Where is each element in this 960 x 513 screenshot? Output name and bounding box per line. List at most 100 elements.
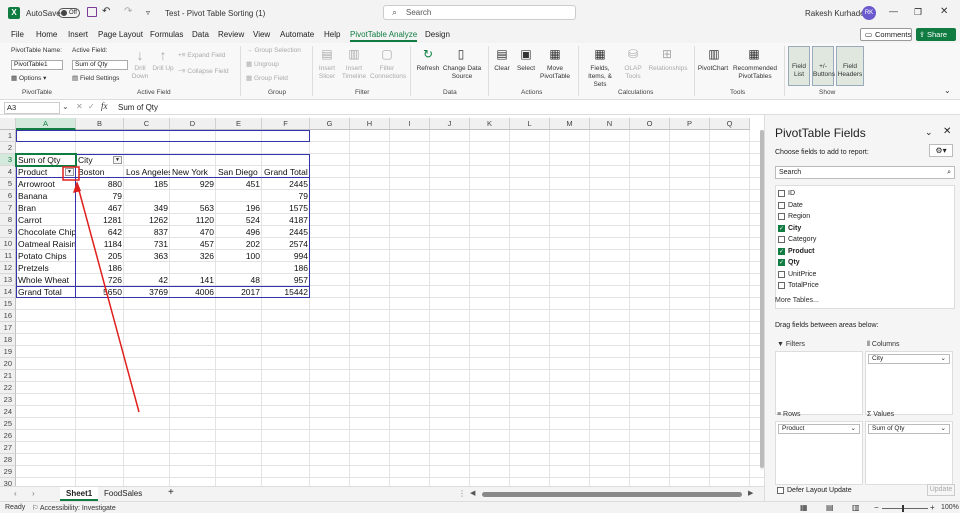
row-header[interactable]: 16 xyxy=(0,310,16,322)
field-settings-button[interactable]: ▤ Field Settings xyxy=(72,75,119,83)
row-header[interactable]: 26 xyxy=(0,430,16,442)
refresh-button[interactable]: Refresh xyxy=(414,65,442,73)
collapse-field-button[interactable]: −≡ Collapse Field xyxy=(178,68,229,76)
row-header[interactable]: 3 xyxy=(0,154,16,166)
row-header[interactable]: 4 xyxy=(0,166,16,178)
column-header[interactable]: B xyxy=(76,118,124,130)
row-header[interactable]: 22 xyxy=(0,382,16,394)
expand-field-button[interactable]: +≡ Expand Field xyxy=(178,52,225,60)
avatar[interactable]: RK xyxy=(862,6,876,20)
values-area[interactable]: Sum of Qty ⌄ xyxy=(865,421,953,485)
column-header[interactable]: K xyxy=(470,118,510,130)
row-header[interactable]: 17 xyxy=(0,322,16,334)
save-icon[interactable] xyxy=(87,7,97,17)
accessibility-status[interactable]: ⚐ Accessibility: Investigate xyxy=(32,504,116,512)
scroll-left-icon[interactable]: ‹ xyxy=(14,489,17,498)
row-header[interactable]: 13 xyxy=(0,274,16,286)
group-field-button[interactable]: ▦ Group Field xyxy=(246,75,288,83)
tab-pivottable-analyze[interactable]: PivotTable Analyze xyxy=(350,30,418,42)
column-header[interactable]: M xyxy=(550,118,590,130)
horizontal-scrollbar[interactable] xyxy=(482,492,742,497)
row-header[interactable]: 21 xyxy=(0,370,16,382)
formula-content[interactable]: Sum of Qty xyxy=(118,103,158,112)
active-field-input[interactable]: Sum of Qty xyxy=(72,60,128,70)
checkbox-icon[interactable] xyxy=(778,201,785,209)
field-item-category[interactable]: Category xyxy=(778,236,816,243)
field-item-region[interactable]: Region xyxy=(778,213,810,220)
rows-field-pill[interactable]: Product ⌄ xyxy=(778,424,860,434)
column-header[interactable]: P xyxy=(670,118,710,130)
insert-function-button[interactable]: fx xyxy=(101,101,108,111)
row-header[interactable]: 2 xyxy=(0,142,16,154)
field-item-id[interactable]: ID xyxy=(778,190,795,197)
document-title[interactable]: Test - Pivot Table Sorting (1) xyxy=(165,9,265,18)
restore-icon[interactable]: ❐ xyxy=(914,7,922,18)
share-button[interactable]: ⇪ Share xyxy=(916,28,956,41)
field-search-input[interactable]: Search ⌕ xyxy=(775,166,955,179)
tab-design[interactable]: Design xyxy=(425,30,450,39)
autosave-toggle[interactable]: Off xyxy=(58,8,80,18)
field-item-unitprice[interactable]: UnitPrice xyxy=(778,270,816,278)
field-list-button[interactable]: Field List xyxy=(788,46,810,86)
pane-close-icon[interactable]: ✕ xyxy=(943,126,951,137)
zoom-out-icon[interactable]: − xyxy=(874,503,879,512)
olap-tools-button[interactable]: OLAP Tools xyxy=(620,65,646,81)
cancel-icon[interactable]: ✕ xyxy=(76,102,83,111)
enter-icon[interactable]: ✓ xyxy=(88,102,95,111)
defer-layout-checkbox[interactable]: Defer Layout Update xyxy=(777,487,852,494)
row-header[interactable]: 25 xyxy=(0,418,16,430)
row-header[interactable]: 15 xyxy=(0,298,16,310)
column-header[interactable]: N xyxy=(590,118,630,130)
hscroll-right-icon[interactable]: ▶ xyxy=(748,489,753,497)
drill-down-button[interactable]: Drill Down xyxy=(128,65,152,81)
minimize-icon[interactable]: — xyxy=(889,6,898,16)
row-header[interactable]: 28 xyxy=(0,454,16,466)
tab-split-handle[interactable]: ⋮ xyxy=(458,489,466,498)
tab-insert[interactable]: Insert xyxy=(68,30,88,39)
field-item-qty[interactable]: ✓ Qty xyxy=(778,259,800,266)
pane-options-icon[interactable]: ⌄ xyxy=(925,127,933,138)
sheet-tab-foodsales[interactable]: FoodSales xyxy=(104,489,142,498)
row-header[interactable]: 30 xyxy=(0,478,16,486)
buttons-toggle[interactable]: +/- Buttons xyxy=(812,46,835,86)
name-box-dropdown-icon[interactable]: ⌄ xyxy=(62,102,69,111)
comments-button[interactable]: ▭ Comments xyxy=(860,28,912,41)
gear-icon[interactable]: ⚙▾ xyxy=(929,144,953,157)
zoom-slider[interactable] xyxy=(882,508,928,509)
page-break-view-icon[interactable]: ▥ xyxy=(852,503,860,512)
customize-qat-icon[interactable]: ▿ xyxy=(146,8,150,17)
column-header[interactable]: H xyxy=(350,118,390,130)
column-header[interactable]: O xyxy=(630,118,670,130)
tab-home[interactable]: Home xyxy=(36,30,57,39)
column-header[interactable]: F xyxy=(262,118,310,130)
add-sheet-button[interactable]: + xyxy=(168,487,174,498)
row-header[interactable]: 9 xyxy=(0,226,16,238)
field-headers-toggle[interactable]: Field Headers xyxy=(836,46,864,86)
row-header[interactable]: 24 xyxy=(0,406,16,418)
row-header[interactable]: 20 xyxy=(0,358,16,370)
undo-icon[interactable]: ↶ xyxy=(102,6,110,17)
ungroup-button[interactable]: ▦ Ungroup xyxy=(246,61,279,69)
select-button[interactable]: Select xyxy=(514,65,538,73)
group-selection-button[interactable]: → Group Selection xyxy=(246,47,301,55)
row-header[interactable]: 10 xyxy=(0,238,16,250)
tab-formulas[interactable]: Formulas xyxy=(150,30,183,39)
page-layout-view-icon[interactable]: ▤ xyxy=(826,503,834,512)
row-header[interactable]: 23 xyxy=(0,394,16,406)
name-box[interactable]: A3 xyxy=(4,102,60,114)
options-button[interactable]: ▦ Options ▾ xyxy=(11,75,46,83)
tab-file[interactable]: File xyxy=(11,30,24,39)
row-header[interactable]: 6 xyxy=(0,190,16,202)
select-all-corner[interactable] xyxy=(0,118,16,130)
row-header[interactable]: 27 xyxy=(0,442,16,454)
tab-view[interactable]: View xyxy=(253,30,270,39)
columns-field-pill[interactable]: City ⌄ xyxy=(868,354,950,364)
vertical-scrollbar[interactable] xyxy=(760,130,764,468)
tab-help[interactable]: Help xyxy=(324,30,340,39)
hscroll-left-icon[interactable]: ◀ xyxy=(470,489,475,497)
column-header[interactable]: D xyxy=(170,118,216,130)
tab-review[interactable]: Review xyxy=(218,30,244,39)
sheet-tab-sheet1[interactable]: Sheet1 xyxy=(60,487,99,501)
pivottable-name-input[interactable]: PivotTable1 xyxy=(11,60,63,70)
row-header[interactable]: 12 xyxy=(0,262,16,274)
